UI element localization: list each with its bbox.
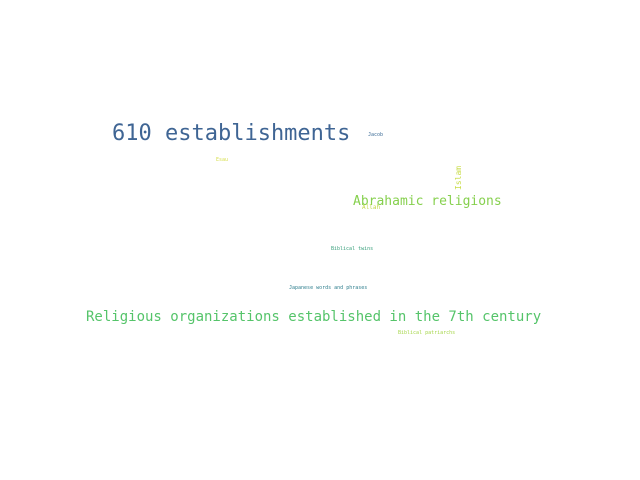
word-610-establishments: 610 establishments — [112, 121, 351, 146]
word-islam: Islam — [454, 165, 463, 190]
word-jacob: Jacob — [368, 132, 384, 138]
word-religious-organizations-7th-century: Religious organizations established in t… — [86, 309, 542, 325]
word-allah: Allah — [362, 204, 381, 211]
word-esau: Esau — [216, 157, 229, 163]
word-biblical-patriarchs: Biblical patriarchs — [398, 330, 456, 336]
word-biblical-twins: Biblical twins — [331, 246, 374, 252]
word-japanese-words-and-phrases: Japanese words and phrases — [289, 285, 368, 291]
word-cloud: 610 establishments Religious organizatio… — [0, 0, 640, 480]
